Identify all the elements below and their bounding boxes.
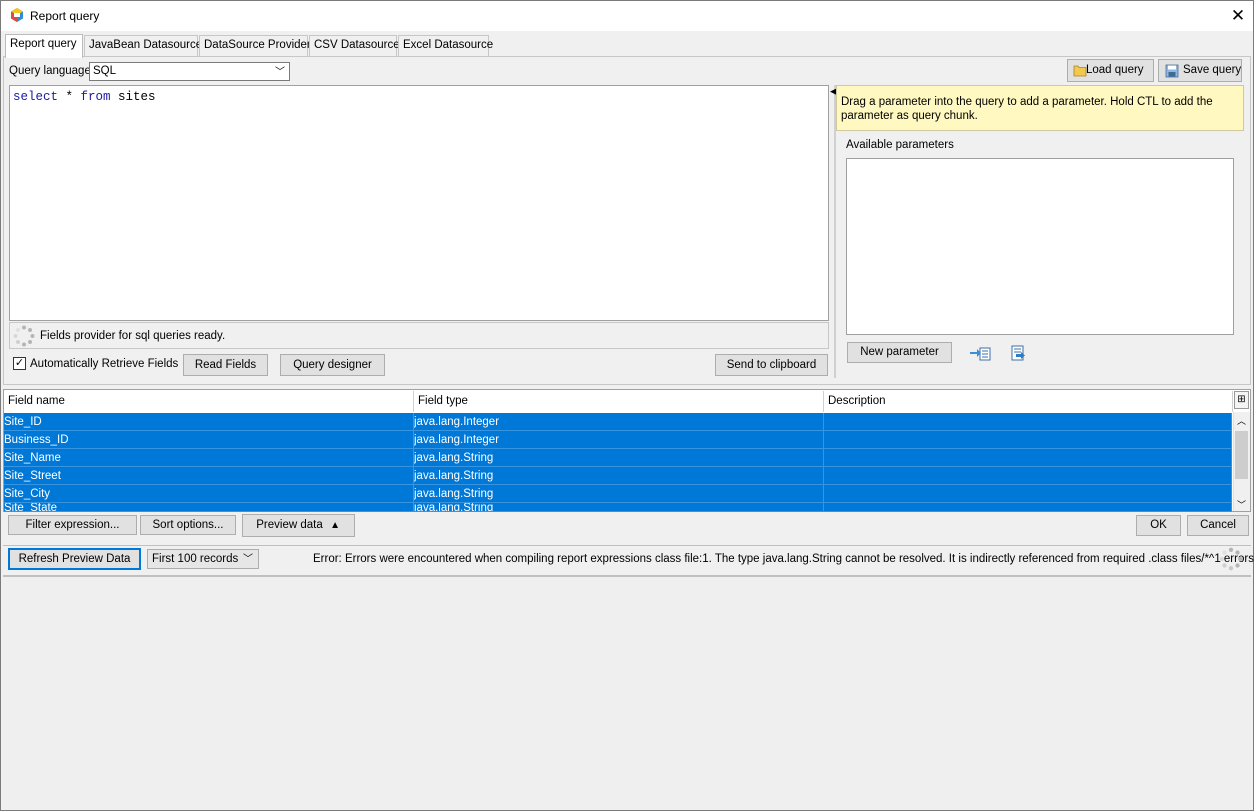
close-icon[interactable]: ✕ <box>1222 0 1254 31</box>
tab-datasource-provider[interactable]: DataSource Provider <box>199 35 311 56</box>
scrollbar-thumb[interactable] <box>1235 431 1248 479</box>
preview-error-message: Error: Errors were encountered when comp… <box>313 553 1254 565</box>
fields-status-text: Fields provider for sql queries ready. <box>40 330 226 342</box>
save-query-button[interactable]: Save query <box>1158 59 1242 82</box>
table-row[interactable]: Site_Name java.lang.String <box>4 449 1232 467</box>
cell-field-type: java.lang.String <box>414 467 824 485</box>
scroll-down-icon[interactable]: ﹀ <box>1237 498 1246 511</box>
triangle-up-icon: ▲ <box>330 520 340 531</box>
loading-spinner-icon <box>13 325 35 347</box>
cell-field-name: Site_State <box>4 503 414 511</box>
loading-spinner-icon <box>1219 547 1243 571</box>
scroll-up-icon[interactable]: ︿ <box>1237 414 1246 427</box>
table-row[interactable]: Site_State java.lang.String <box>4 503 1232 512</box>
filter-expression-button[interactable]: Filter expression... <box>8 515 137 535</box>
sql-text-star: * <box>58 90 81 104</box>
available-parameters-list[interactable] <box>846 158 1234 335</box>
cell-field-name: Site_City <box>4 485 414 503</box>
cell-field-name: Business_ID <box>4 431 414 449</box>
tab-csv-datasource[interactable]: CSV Datasource <box>309 35 400 56</box>
column-header-field-name[interactable]: Field name <box>4 391 414 412</box>
load-query-button[interactable]: Load query <box>1067 59 1154 82</box>
ok-button[interactable]: OK <box>1136 515 1181 536</box>
save-query-label: Save query <box>1183 64 1242 76</box>
sql-keyword-from: from <box>80 90 111 104</box>
cell-field-type: java.lang.String <box>414 503 824 511</box>
cell-field-name: Site_Street <box>4 467 414 485</box>
column-header-description[interactable]: Description <box>824 391 1233 412</box>
cell-description <box>824 449 1232 467</box>
query-language-value: SQL <box>93 65 117 77</box>
cell-description <box>824 467 1232 485</box>
cell-description <box>824 413 1232 431</box>
window-title: Report query <box>30 9 100 23</box>
sql-keyword-select: select <box>13 90 59 104</box>
new-parameter-button[interactable]: New parameter <box>847 342 952 363</box>
query-designer-button[interactable]: Query designer <box>280 354 385 376</box>
cell-field-type: java.lang.String <box>414 449 824 467</box>
query-editor[interactable]: select * from sites <box>9 85 829 321</box>
table-row[interactable]: Site_City java.lang.String <box>4 485 1232 503</box>
records-limit-value: First 100 records <box>152 553 239 565</box>
preview-data-button[interactable]: Preview data ▲ <box>242 514 355 537</box>
tab-javabean-datasource[interactable]: JavaBean Datasource <box>84 35 202 56</box>
cell-field-type: java.lang.Integer <box>414 431 824 449</box>
tab-report-query[interactable]: Report query <box>5 34 83 58</box>
chevron-down-icon: ﹀ <box>243 554 253 565</box>
preview-data-label: Preview data <box>256 519 323 531</box>
preview-data-area <box>3 576 1251 809</box>
parameter-tip: Drag a parameter into the query to add a… <box>836 85 1244 131</box>
folder-icon <box>1073 65 1087 77</box>
auto-retrieve-checkbox[interactable]: ✓ <box>13 357 26 370</box>
auto-retrieve-label: Automatically Retrieve Fields <box>30 358 179 370</box>
cell-field-name: Site_Name <box>4 449 414 467</box>
cell-description <box>824 485 1232 503</box>
cell-field-type: java.lang.Integer <box>414 413 824 431</box>
cell-description <box>824 431 1232 449</box>
sql-text-table: sites <box>110 90 156 104</box>
table-row[interactable]: Business_ID java.lang.Integer <box>4 431 1232 449</box>
column-control-icon[interactable]: ⊞ <box>1234 391 1249 409</box>
save-icon <box>1165 64 1179 78</box>
table-row[interactable]: Site_Street java.lang.String <box>4 467 1232 485</box>
load-query-label: Load query <box>1086 64 1144 76</box>
parameter-chunk-icon[interactable] <box>1006 343 1032 363</box>
chevron-down-icon: ﹀ <box>275 67 285 78</box>
add-parameter-to-query-icon[interactable] <box>968 343 994 363</box>
table-row[interactable]: Site_ID java.lang.Integer <box>4 413 1232 431</box>
cell-description <box>824 503 1232 511</box>
query-language-select[interactable]: SQL ﹀ <box>89 62 290 81</box>
send-to-clipboard-button[interactable]: Send to clipboard <box>715 354 828 376</box>
cell-field-type: java.lang.String <box>414 485 824 503</box>
available-parameters-label: Available parameters <box>846 139 954 151</box>
read-fields-button[interactable]: Read Fields <box>183 354 268 376</box>
column-header-field-type[interactable]: Field type <box>414 391 824 412</box>
refresh-preview-button[interactable]: Refresh Preview Data <box>8 548 141 570</box>
app-logo-icon <box>11 8 23 22</box>
cancel-button[interactable]: Cancel <box>1187 515 1249 536</box>
records-limit-select[interactable]: First 100 records ﹀ <box>147 549 259 569</box>
cell-field-name: Site_ID <box>4 413 414 431</box>
query-language-label: Query language <box>9 65 91 77</box>
title-bar <box>0 0 1254 31</box>
tab-excel-datasource[interactable]: Excel Datasource <box>398 35 493 56</box>
sort-options-button[interactable]: Sort options... <box>140 515 236 535</box>
